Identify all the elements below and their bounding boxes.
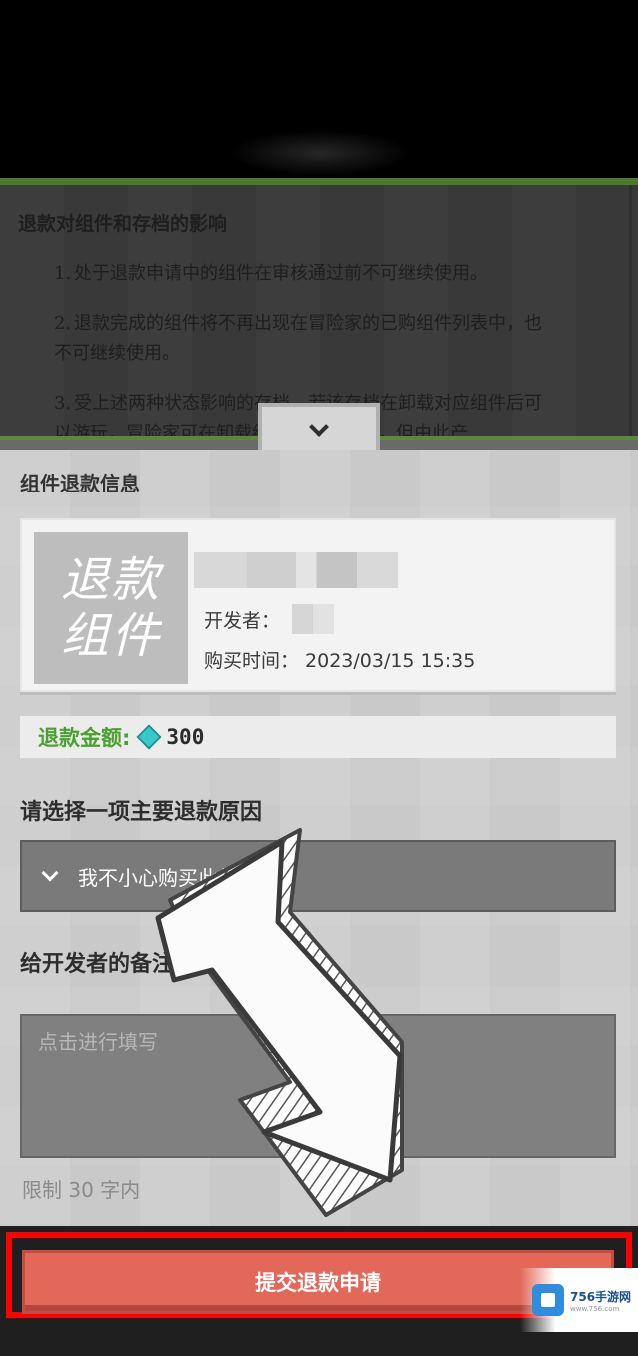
policy-title: 退款对组件和存档的影响 xyxy=(18,213,228,235)
purchase-time-label: 购买时间： xyxy=(204,650,300,672)
refund-amount-bar: 退款金额: 300 xyxy=(20,716,616,758)
item-name-blurred xyxy=(194,552,398,588)
chevron-down-icon xyxy=(309,417,329,437)
watermark: 756手游网 www.756.com xyxy=(520,1268,638,1332)
pointer-arrow-icon xyxy=(155,828,404,1217)
refund-amount-label: 退款金额: xyxy=(38,726,131,750)
scrollbar[interactable] xyxy=(629,185,632,440)
site-logo-icon xyxy=(532,1284,564,1316)
developer-row: 开发者： xyxy=(204,604,335,634)
diamond-icon xyxy=(136,724,162,750)
item-card: 退款 组件 开发者： 购买时间： 2023/03/15 15:35 xyxy=(20,518,616,692)
developer-label: 开发者： xyxy=(204,609,281,632)
policy-item: 2. 退款完成的组件将不再出现在冒险家的已购组件列表中，也 不可继续使用。 xyxy=(54,313,542,364)
watermark-url: www.756.com xyxy=(570,1304,620,1313)
watermark-name: 756手游网 xyxy=(570,1289,632,1304)
purchase-time-row: 购买时间： 2023/03/15 15:35 xyxy=(204,646,481,673)
notes-limit-hint: 限制 30 字内 xyxy=(22,1178,141,1202)
blurred-header xyxy=(230,130,410,176)
refund-amount-value: 300 xyxy=(166,725,205,749)
developer-name-blurred xyxy=(292,604,335,634)
item-thumbnail: 退款 组件 xyxy=(34,532,188,684)
purchase-time-value: 2023/03/15 15:35 xyxy=(305,650,476,672)
section-title: 组件退款信息 xyxy=(20,472,140,492)
policy-item: 1. 处于退款申请中的组件在审核通过前不可继续使用。 xyxy=(54,263,488,284)
top-dark-area xyxy=(0,0,638,178)
refund-policy-panel[interactable]: 退款对组件和存档的影响 1. 处于退款申请中的组件在审核通过前不可继续使用。 2… xyxy=(0,178,638,440)
chevron-down-icon xyxy=(41,864,59,882)
